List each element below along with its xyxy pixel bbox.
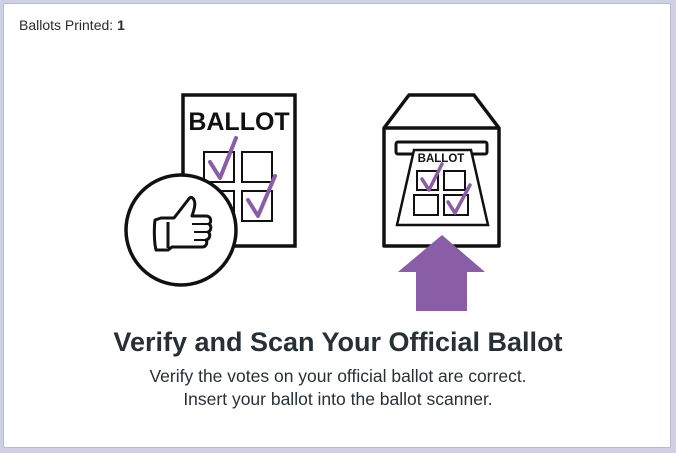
ballot-word: BALLOT [188, 108, 289, 136]
voter-screen: Ballots Printed: 1 BALLOT BALLOT Verify … [3, 3, 671, 448]
thumbs-up-icon [124, 173, 238, 287]
instruction-line-verify: Verify the votes on your official ballot… [149, 366, 527, 386]
instruction-line-insert: Insert your ballot into the ballot scann… [183, 389, 493, 409]
page-title: Verify and Scan Your Official Ballot [113, 327, 563, 357]
ballot-scanner-icon: BALLOT [382, 93, 501, 248]
verify-scan-illustration: BALLOT BALLOT [124, 93, 501, 311]
